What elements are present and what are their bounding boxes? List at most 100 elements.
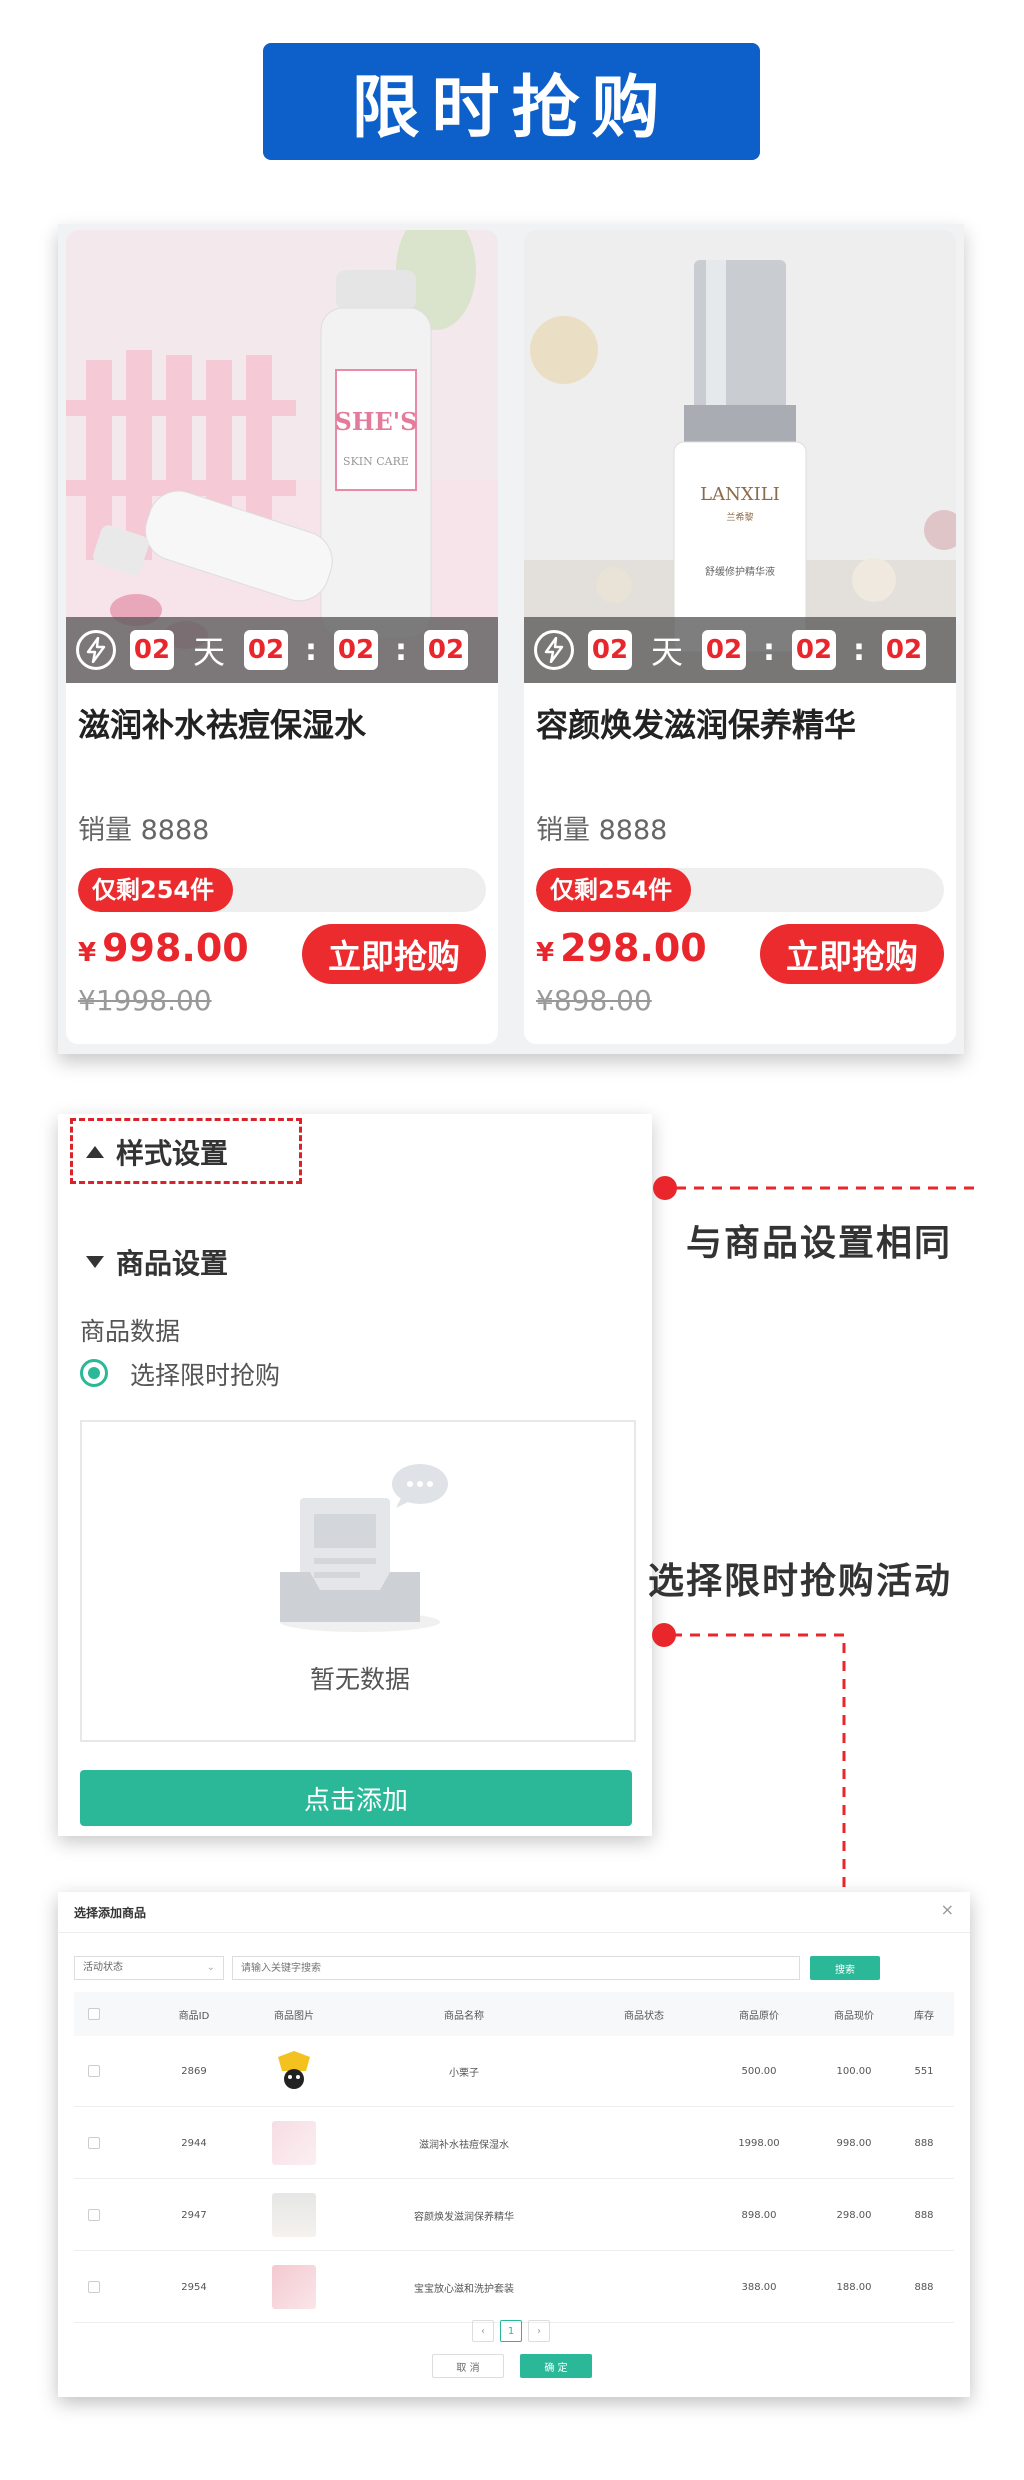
- product-image: SHE'S SKIN CARE: [66, 230, 498, 683]
- goods-name: 容颜焕发滋润保养精华: [414, 2211, 514, 2223]
- buy-now-button[interactable]: 立即抢购: [760, 924, 944, 984]
- product-preview-panel: SHE'S SKIN CARE 02 天 02 : 02 : 02 滋润补水祛痘…: [58, 224, 964, 1054]
- flash-sale-radio-label[interactable]: 选择限时抢购: [130, 1356, 280, 1392]
- product-card[interactable]: LANXILI 兰希黎 舒缓修护精华液 02 天 02 : 02 : 02 容颜…: [524, 230, 956, 1044]
- product-image-brand: LANXILI: [700, 484, 780, 505]
- column-header: 商品名称: [444, 2010, 484, 2022]
- empty-inbox-icon: [280, 1464, 448, 1632]
- goods-name: 宝宝放心滋和洗护套装: [414, 2283, 514, 2295]
- select-goods-modal: 选择添加商品 × 活动状态 ⌄ 搜索 商品ID 商品图片 商品名称 商品状态 商…: [58, 1892, 970, 2397]
- product-sales: 销量 8888: [78, 815, 210, 846]
- product-image-caption: 兰希黎: [726, 511, 753, 523]
- goods-id: 2954: [181, 2281, 207, 2293]
- style-settings-title: 样式设置: [116, 1137, 229, 1170]
- prev-page-button[interactable]: ‹: [472, 2320, 494, 2342]
- original-price: ¥1998.00: [78, 984, 212, 1017]
- countdown-seconds: 02: [882, 630, 926, 670]
- empty-state: 暂无数据: [80, 1420, 636, 1742]
- product-sales: 销量 8888: [536, 815, 668, 846]
- column-header: 商品图片: [274, 2010, 314, 2022]
- modal-title: 选择添加商品: [74, 1906, 147, 1920]
- column-header: 商品状态: [624, 2010, 664, 2022]
- countdown-separator: :: [853, 632, 865, 668]
- goods-stock: 888: [914, 2137, 934, 2149]
- price-value: 998.00: [102, 926, 249, 970]
- goods-stock: 888: [914, 2281, 934, 2293]
- goods-current-price: 188.00: [836, 2281, 872, 2293]
- table-row[interactable]: 2947 容颜焕发滋润保养精华 898.00 298.00 888: [74, 2180, 954, 2251]
- countdown-separator: :: [305, 632, 317, 668]
- select-all-checkbox[interactable]: [88, 2008, 100, 2020]
- countdown-day-label: 天: [192, 633, 225, 671]
- divider: [58, 1932, 970, 1933]
- product-price: ¥998.00: [78, 926, 249, 970]
- flash-sale-radio[interactable]: [80, 1359, 108, 1387]
- product-image-caption: 舒缓修护精华液: [705, 565, 775, 578]
- close-icon[interactable]: ×: [941, 1900, 954, 1919]
- table-header: 商品ID 商品图片 商品名称 商品状态 商品原价 商品现价 库存: [74, 1992, 954, 2036]
- lightning-icon: [534, 630, 574, 670]
- stock-progress: 仅剩254件: [78, 868, 486, 912]
- row-checkbox[interactable]: [88, 2209, 100, 2221]
- goods-thumbnail: [272, 2121, 316, 2165]
- confirm-button[interactable]: 确 定: [520, 2354, 592, 2378]
- lightning-icon: [76, 630, 116, 670]
- currency-symbol: ¥: [536, 938, 555, 968]
- goods-id: 2947: [181, 2209, 207, 2221]
- countdown-minutes: 02: [334, 630, 378, 670]
- style-settings-toggle[interactable]: 样式设置: [86, 1132, 228, 1172]
- countdown-bar: 02 天 02 : 02 : 02: [66, 617, 498, 683]
- product-image: LANXILI 兰希黎 舒缓修护精华液: [524, 230, 956, 683]
- search-button[interactable]: 搜索: [810, 1956, 880, 1980]
- countdown-seconds: 02: [424, 630, 468, 670]
- add-button[interactable]: 点击添加: [80, 1770, 632, 1826]
- goods-settings-toggle[interactable]: 商品设置: [86, 1242, 228, 1282]
- goods-stock: 888: [914, 2209, 934, 2221]
- page-number-button[interactable]: 1: [500, 2320, 522, 2342]
- row-checkbox[interactable]: [88, 2281, 100, 2293]
- goods-original-price: 898.00: [741, 2209, 777, 2221]
- goods-id: 2869: [181, 2065, 207, 2077]
- product-name: 容颜焕发滋润保养精华: [536, 706, 857, 744]
- currency-symbol: ¥: [78, 938, 97, 968]
- goods-thumbnail: [272, 2265, 316, 2309]
- goods-original-price: 1998.00: [738, 2137, 780, 2149]
- goods-name: 小栗子: [449, 2067, 479, 2079]
- annotation-same-as-goods: 与商品设置相同: [686, 1223, 953, 1264]
- goods-original-price: 500.00: [741, 2065, 777, 2077]
- page-title-banner: 限时抢购: [263, 43, 760, 160]
- goods-settings-title: 商品设置: [116, 1247, 229, 1280]
- stock-progress: 仅剩254件: [536, 868, 944, 912]
- next-page-button[interactable]: ›: [528, 2320, 550, 2342]
- column-header: 库存: [914, 2010, 934, 2022]
- row-checkbox[interactable]: [88, 2065, 100, 2077]
- product-name: 滋润补水祛痘保湿水: [78, 706, 367, 744]
- countdown-hours: 02: [702, 630, 746, 670]
- goods-current-price: 998.00: [836, 2137, 872, 2149]
- table-row[interactable]: 2954 宝宝放心滋和洗护套装 388.00 188.00 888: [74, 2252, 954, 2323]
- countdown-bar: 02 天 02 : 02 : 02: [524, 617, 956, 683]
- column-header: 商品原价: [739, 2010, 779, 2022]
- countdown-separator: :: [763, 632, 775, 668]
- product-card[interactable]: SHE'S SKIN CARE 02 天 02 : 02 : 02 滋润补水祛痘…: [66, 230, 498, 1044]
- empty-text: 暂无数据: [309, 1665, 410, 1694]
- goods-thumbnail: [272, 2049, 316, 2093]
- goods-id: 2944: [181, 2137, 207, 2149]
- search-input[interactable]: [232, 1956, 800, 1980]
- status-select-value: 活动状态: [83, 1962, 123, 1973]
- stock-label: 仅剩254件: [92, 876, 215, 904]
- goods-current-price: 298.00: [836, 2209, 872, 2221]
- row-checkbox[interactable]: [88, 2137, 100, 2149]
- goods-current-price: 100.00: [836, 2065, 872, 2077]
- annotation-choose-activity: 选择限时抢购活动: [648, 1561, 953, 1602]
- collapse-arrow-icon: [86, 1146, 104, 1158]
- table-row[interactable]: 2869 小栗子 500.00 100.00 551: [74, 2036, 954, 2107]
- table-row[interactable]: 2944 滋润补水祛痘保湿水 1998.00 998.00 888: [74, 2108, 954, 2179]
- status-select[interactable]: 活动状态 ⌄: [74, 1956, 224, 1980]
- stock-label: 仅剩254件: [550, 876, 673, 904]
- countdown-day-label: 天: [650, 633, 683, 671]
- buy-now-button[interactable]: 立即抢购: [302, 924, 486, 984]
- cancel-button[interactable]: 取 消: [432, 2354, 504, 2378]
- column-header: 商品现价: [834, 2010, 874, 2022]
- price-value: 298.00: [560, 926, 707, 970]
